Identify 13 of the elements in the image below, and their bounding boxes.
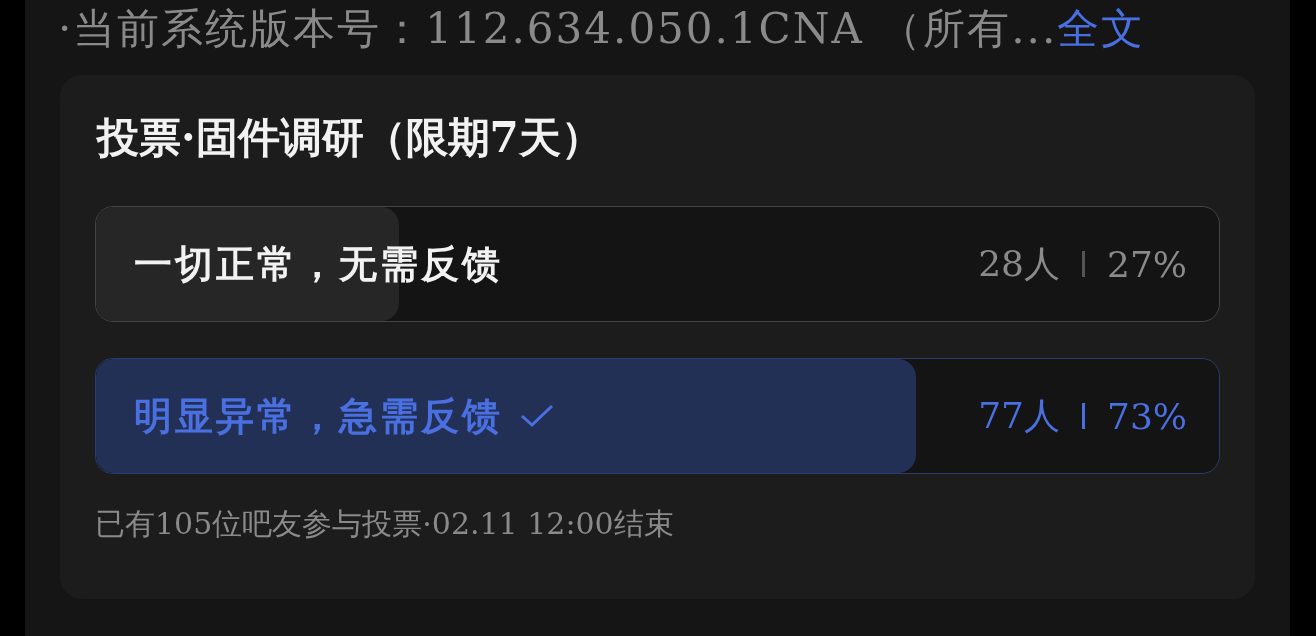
vote-percent: 27% xyxy=(1107,243,1187,285)
check-icon xyxy=(519,402,555,430)
poll-option[interactable]: 一切正常，无需反馈 28人 27% xyxy=(95,206,1220,322)
vote-count: 77人 xyxy=(978,393,1060,438)
option-label: 明显异常，急需反馈 xyxy=(134,391,503,440)
full-text-link[interactable]: 全文 xyxy=(1057,1,1146,57)
vote-count: 28人 xyxy=(978,241,1060,286)
post-excerpt: ·当前系统版本号：112.634.050.1CNA （所有... xyxy=(58,3,1058,55)
poll-option[interactable]: 明显异常，急需反馈 77人 73% xyxy=(95,358,1220,474)
poll-footer: 已有105位吧友参与投票·02.11 12:00结束 xyxy=(95,504,1220,545)
poll-title: 投票·固件调研（限期7天） xyxy=(97,112,604,164)
vote-percent: 73% xyxy=(1107,395,1187,437)
option-label: 一切正常，无需反馈 xyxy=(134,239,503,288)
